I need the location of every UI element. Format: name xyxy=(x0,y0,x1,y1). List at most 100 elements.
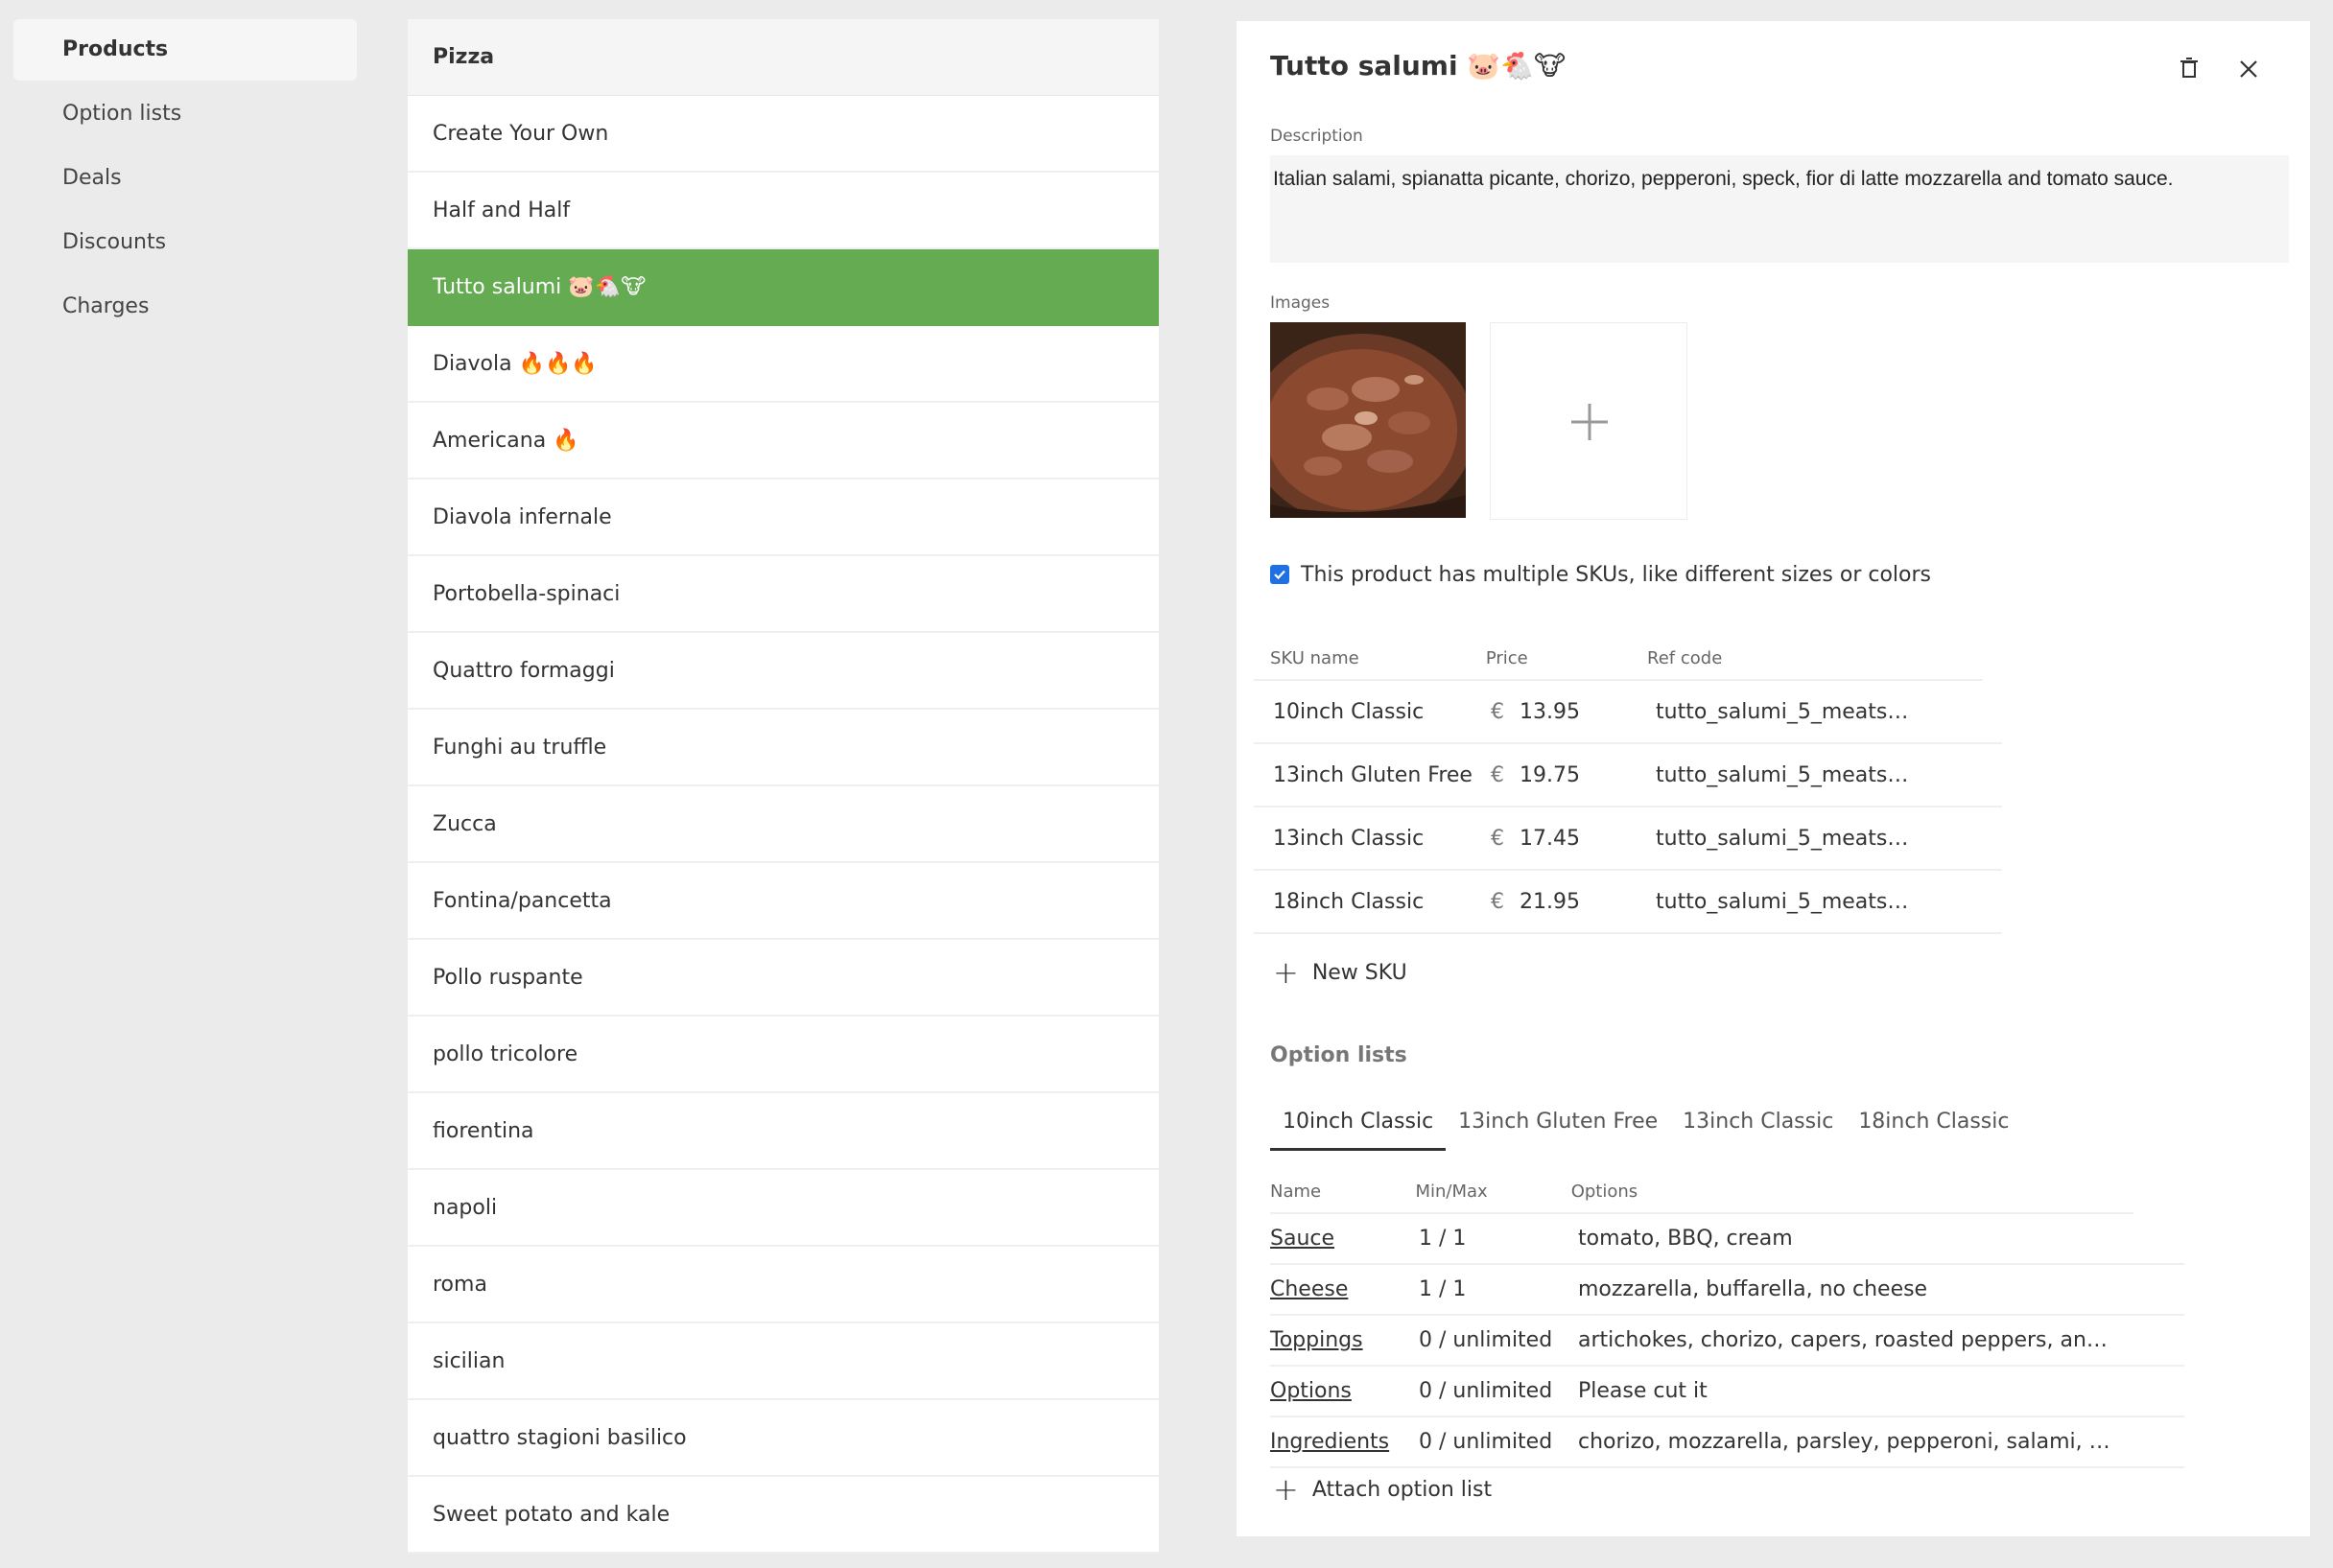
product-row[interactable]: Portobella-spinaci xyxy=(408,556,1159,633)
currency-symbol: € xyxy=(1491,826,1504,851)
option-values: artichokes, chorizo, capers, roasted pep… xyxy=(1578,1328,2108,1352)
product-row[interactable]: napoli xyxy=(408,1170,1159,1247)
option-values: chorizo, mozzarella, parsley, pepperoni,… xyxy=(1578,1430,2110,1454)
tab-10inch-classic[interactable]: 10inch Classic xyxy=(1270,1093,1447,1151)
product-row[interactable]: roma xyxy=(408,1247,1159,1323)
attach-option-list-button[interactable]: + Attach option list xyxy=(1273,1474,1492,1505)
check-icon[interactable] xyxy=(1270,565,1289,584)
multiple-skus-checkbox[interactable]: This product has multiple SKUs, like dif… xyxy=(1270,558,1931,591)
option-minmax: 1 / 1 xyxy=(1419,1227,1467,1251)
sku-price: €17.45 xyxy=(1491,827,1654,851)
sku-tabs: 10inch Classic 13inch Gluten Free 13inch… xyxy=(1270,1093,2021,1151)
product-row-selected[interactable]: Tutto salumi 🐷🐔🐮 xyxy=(408,249,1159,326)
plus-icon: + xyxy=(1273,1471,1299,1508)
add-image-button[interactable] xyxy=(1490,322,1687,520)
sku-ref: tutto_salumi_5_meats… xyxy=(1656,699,1909,724)
product-detail-panel: Tutto salumi 🐷🐔🐮 Description Italian sal… xyxy=(1237,21,2310,1536)
col-sku-name: SKU name xyxy=(1270,647,1359,668)
option-name-link[interactable]: Toppings xyxy=(1270,1328,1363,1352)
currency-symbol: € xyxy=(1491,762,1504,787)
sku-row[interactable]: 13inch Gluten Free €19.75 tutto_salumi_5… xyxy=(1254,744,2002,807)
product-row[interactable]: Americana 🔥 xyxy=(408,403,1159,480)
col-minmax: Min/Max xyxy=(1415,1181,1488,1202)
new-sku-label: New SKU xyxy=(1311,960,1407,985)
product-row[interactable]: Diavola infernale xyxy=(408,480,1159,556)
product-row[interactable]: Sweet potato and kale xyxy=(408,1477,1159,1554)
sidebar: Products Option lists Deals Discounts Ch… xyxy=(13,19,357,340)
product-title: Tutto salumi 🐷🐔🐮 xyxy=(1270,50,1567,82)
sku-name: 13inch Gluten Free xyxy=(1273,762,1473,787)
product-row[interactable]: pollo tricolore xyxy=(408,1017,1159,1093)
product-row[interactable]: Half and Half xyxy=(408,173,1159,249)
plus-icon xyxy=(1571,404,1608,440)
option-name-link[interactable]: Cheese xyxy=(1270,1277,1348,1301)
currency-symbol: € xyxy=(1491,699,1504,724)
close-button[interactable] xyxy=(2229,50,2268,88)
price-value: 19.75 xyxy=(1520,762,1580,787)
option-lists-table: Name Min/Max Options Sauce 1 / 1 tomato,… xyxy=(1270,1170,2184,1468)
sku-row[interactable]: 10inch Classic €13.95 tutto_salumi_5_mea… xyxy=(1254,681,2002,744)
option-lists-title: Option lists xyxy=(1270,1043,1407,1067)
sku-row[interactable]: 13inch Classic €17.45 tutto_salumi_5_mea… xyxy=(1254,807,2002,871)
plus-icon: + xyxy=(1273,954,1299,991)
attach-option-list-label: Attach option list xyxy=(1311,1477,1493,1502)
category-header: Pizza xyxy=(408,19,1159,96)
product-row[interactable]: Diavola 🔥🔥🔥 xyxy=(408,326,1159,403)
sidebar-item-option-lists[interactable]: Option lists xyxy=(13,83,357,145)
product-row[interactable]: sicilian xyxy=(408,1323,1159,1400)
option-name-link[interactable]: Ingredients xyxy=(1270,1430,1389,1454)
sku-table: SKU name Price Ref code 10inch Classic €… xyxy=(1254,637,2002,934)
option-name-link[interactable]: Options xyxy=(1270,1379,1352,1403)
option-values: mozzarella, buffarella, no cheese xyxy=(1578,1277,1928,1301)
option-row: Sauce 1 / 1 tomato, BBQ, cream xyxy=(1270,1214,2184,1265)
option-row: Toppings 0 / unlimited artichokes, chori… xyxy=(1270,1316,2184,1367)
sku-price: €19.75 xyxy=(1491,763,1654,787)
delete-button[interactable] xyxy=(2170,50,2208,88)
product-row[interactable]: Fontina/pancetta xyxy=(408,863,1159,940)
tab-13inch-classic[interactable]: 13inch Classic xyxy=(1670,1093,1846,1151)
product-row[interactable]: Create Your Own xyxy=(408,96,1159,173)
product-image[interactable] xyxy=(1270,322,1466,518)
product-row[interactable]: Zucca xyxy=(408,786,1159,863)
sku-name: 18inch Classic xyxy=(1273,889,1425,914)
product-row[interactable]: quattro stagioni basilico xyxy=(408,1400,1159,1477)
sku-ref: tutto_salumi_5_meats… xyxy=(1656,826,1909,851)
price-value: 21.95 xyxy=(1520,889,1580,914)
sidebar-item-products[interactable]: Products xyxy=(13,19,357,81)
product-row[interactable]: fiorentina xyxy=(408,1093,1159,1170)
sku-ref: tutto_salumi_5_meats… xyxy=(1656,889,1909,914)
multiple-skus-label: This product has multiple SKUs, like dif… xyxy=(1301,562,1932,587)
sidebar-item-charges[interactable]: Charges xyxy=(13,276,357,338)
sidebar-item-deals[interactable]: Deals xyxy=(13,148,357,209)
sku-table-header: SKU name Price Ref code xyxy=(1254,637,1983,681)
tab-13inch-gluten-free[interactable]: 13inch Gluten Free xyxy=(1446,1093,1670,1151)
col-name: Name xyxy=(1270,1181,1322,1202)
option-name-link[interactable]: Sauce xyxy=(1270,1227,1334,1251)
sku-name: 10inch Classic xyxy=(1273,699,1425,724)
sidebar-item-discounts[interactable]: Discounts xyxy=(13,212,357,273)
product-row[interactable]: Pollo ruspante xyxy=(408,940,1159,1017)
product-row[interactable]: Funghi au truffle xyxy=(408,710,1159,786)
currency-symbol: € xyxy=(1491,889,1504,914)
description-field[interactable]: Italian salami, spianatta picante, chori… xyxy=(1270,155,2289,263)
price-value: 17.45 xyxy=(1520,826,1580,851)
sku-row[interactable]: 18inch Classic €21.95 tutto_salumi_5_mea… xyxy=(1254,871,2002,934)
sku-price: €13.95 xyxy=(1491,700,1654,724)
col-price: Price xyxy=(1485,647,1528,668)
col-options: Options xyxy=(1570,1181,1638,1202)
tab-18inch-classic[interactable]: 18inch Classic xyxy=(1846,1093,2021,1151)
option-row: Ingredients 0 / unlimited chorizo, mozza… xyxy=(1270,1417,2184,1468)
product-row[interactable]: Quattro formaggi xyxy=(408,633,1159,710)
new-sku-button[interactable]: + New SKU xyxy=(1273,957,1407,988)
col-ref-code: Ref code xyxy=(1647,647,1723,668)
sku-price: €21.95 xyxy=(1491,890,1654,914)
option-row: Cheese 1 / 1 mozzarella, buffarella, no … xyxy=(1270,1265,2184,1316)
option-values: Please cut it xyxy=(1578,1379,1708,1403)
option-values: tomato, BBQ, cream xyxy=(1578,1227,1793,1251)
option-minmax: 1 / 1 xyxy=(1419,1277,1467,1301)
sku-name: 13inch Classic xyxy=(1273,826,1425,851)
option-minmax: 0 / unlimited xyxy=(1419,1379,1553,1403)
product-list: Pizza Create Your Own Half and Half Tutt… xyxy=(408,19,1159,1554)
sku-ref: tutto_salumi_5_meats… xyxy=(1656,762,1909,787)
description-label: Description xyxy=(1270,127,1363,146)
